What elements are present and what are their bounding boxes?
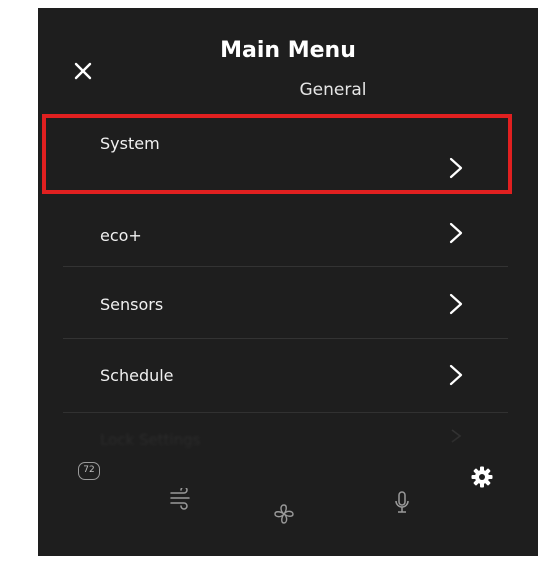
menu-item-label: System (100, 134, 160, 153)
chevron-right-icon (449, 364, 463, 386)
close-button[interactable] (72, 60, 94, 82)
main-menu-screen: Main Menu General System eco+ Sensors Sc… (38, 8, 538, 556)
close-icon (74, 62, 92, 80)
chevron-right-icon (449, 157, 463, 179)
chevron-right-icon (449, 293, 463, 315)
temperature-value: 72 (83, 465, 95, 475)
chevron-right-icon (451, 429, 462, 443)
fan-icon[interactable] (272, 502, 296, 526)
thermostat-icon[interactable]: 72 (78, 462, 100, 480)
menu-item-label: Sensors (100, 295, 164, 314)
menu-item-schedule[interactable]: Schedule (58, 346, 508, 412)
page-title: Main Menu (220, 38, 356, 63)
menu-item-label: Schedule (100, 366, 174, 385)
page-subtitle: General (299, 80, 367, 100)
settings-gear-icon[interactable] (470, 465, 494, 489)
air-flow-icon[interactable] (168, 488, 194, 510)
divider (63, 412, 508, 413)
microphone-icon[interactable] (393, 490, 411, 516)
menu-item-sensors[interactable]: Sensors (58, 273, 508, 339)
menu-item-eco-plus[interactable]: eco+ (58, 200, 508, 266)
divider (63, 338, 508, 339)
divider (63, 266, 508, 267)
menu-item-lock-settings[interactable]: Lock Settings (100, 431, 201, 449)
menu-item-system[interactable]: System (58, 120, 508, 186)
chevron-right-icon (449, 222, 463, 244)
menu-item-label: eco+ (100, 226, 142, 245)
